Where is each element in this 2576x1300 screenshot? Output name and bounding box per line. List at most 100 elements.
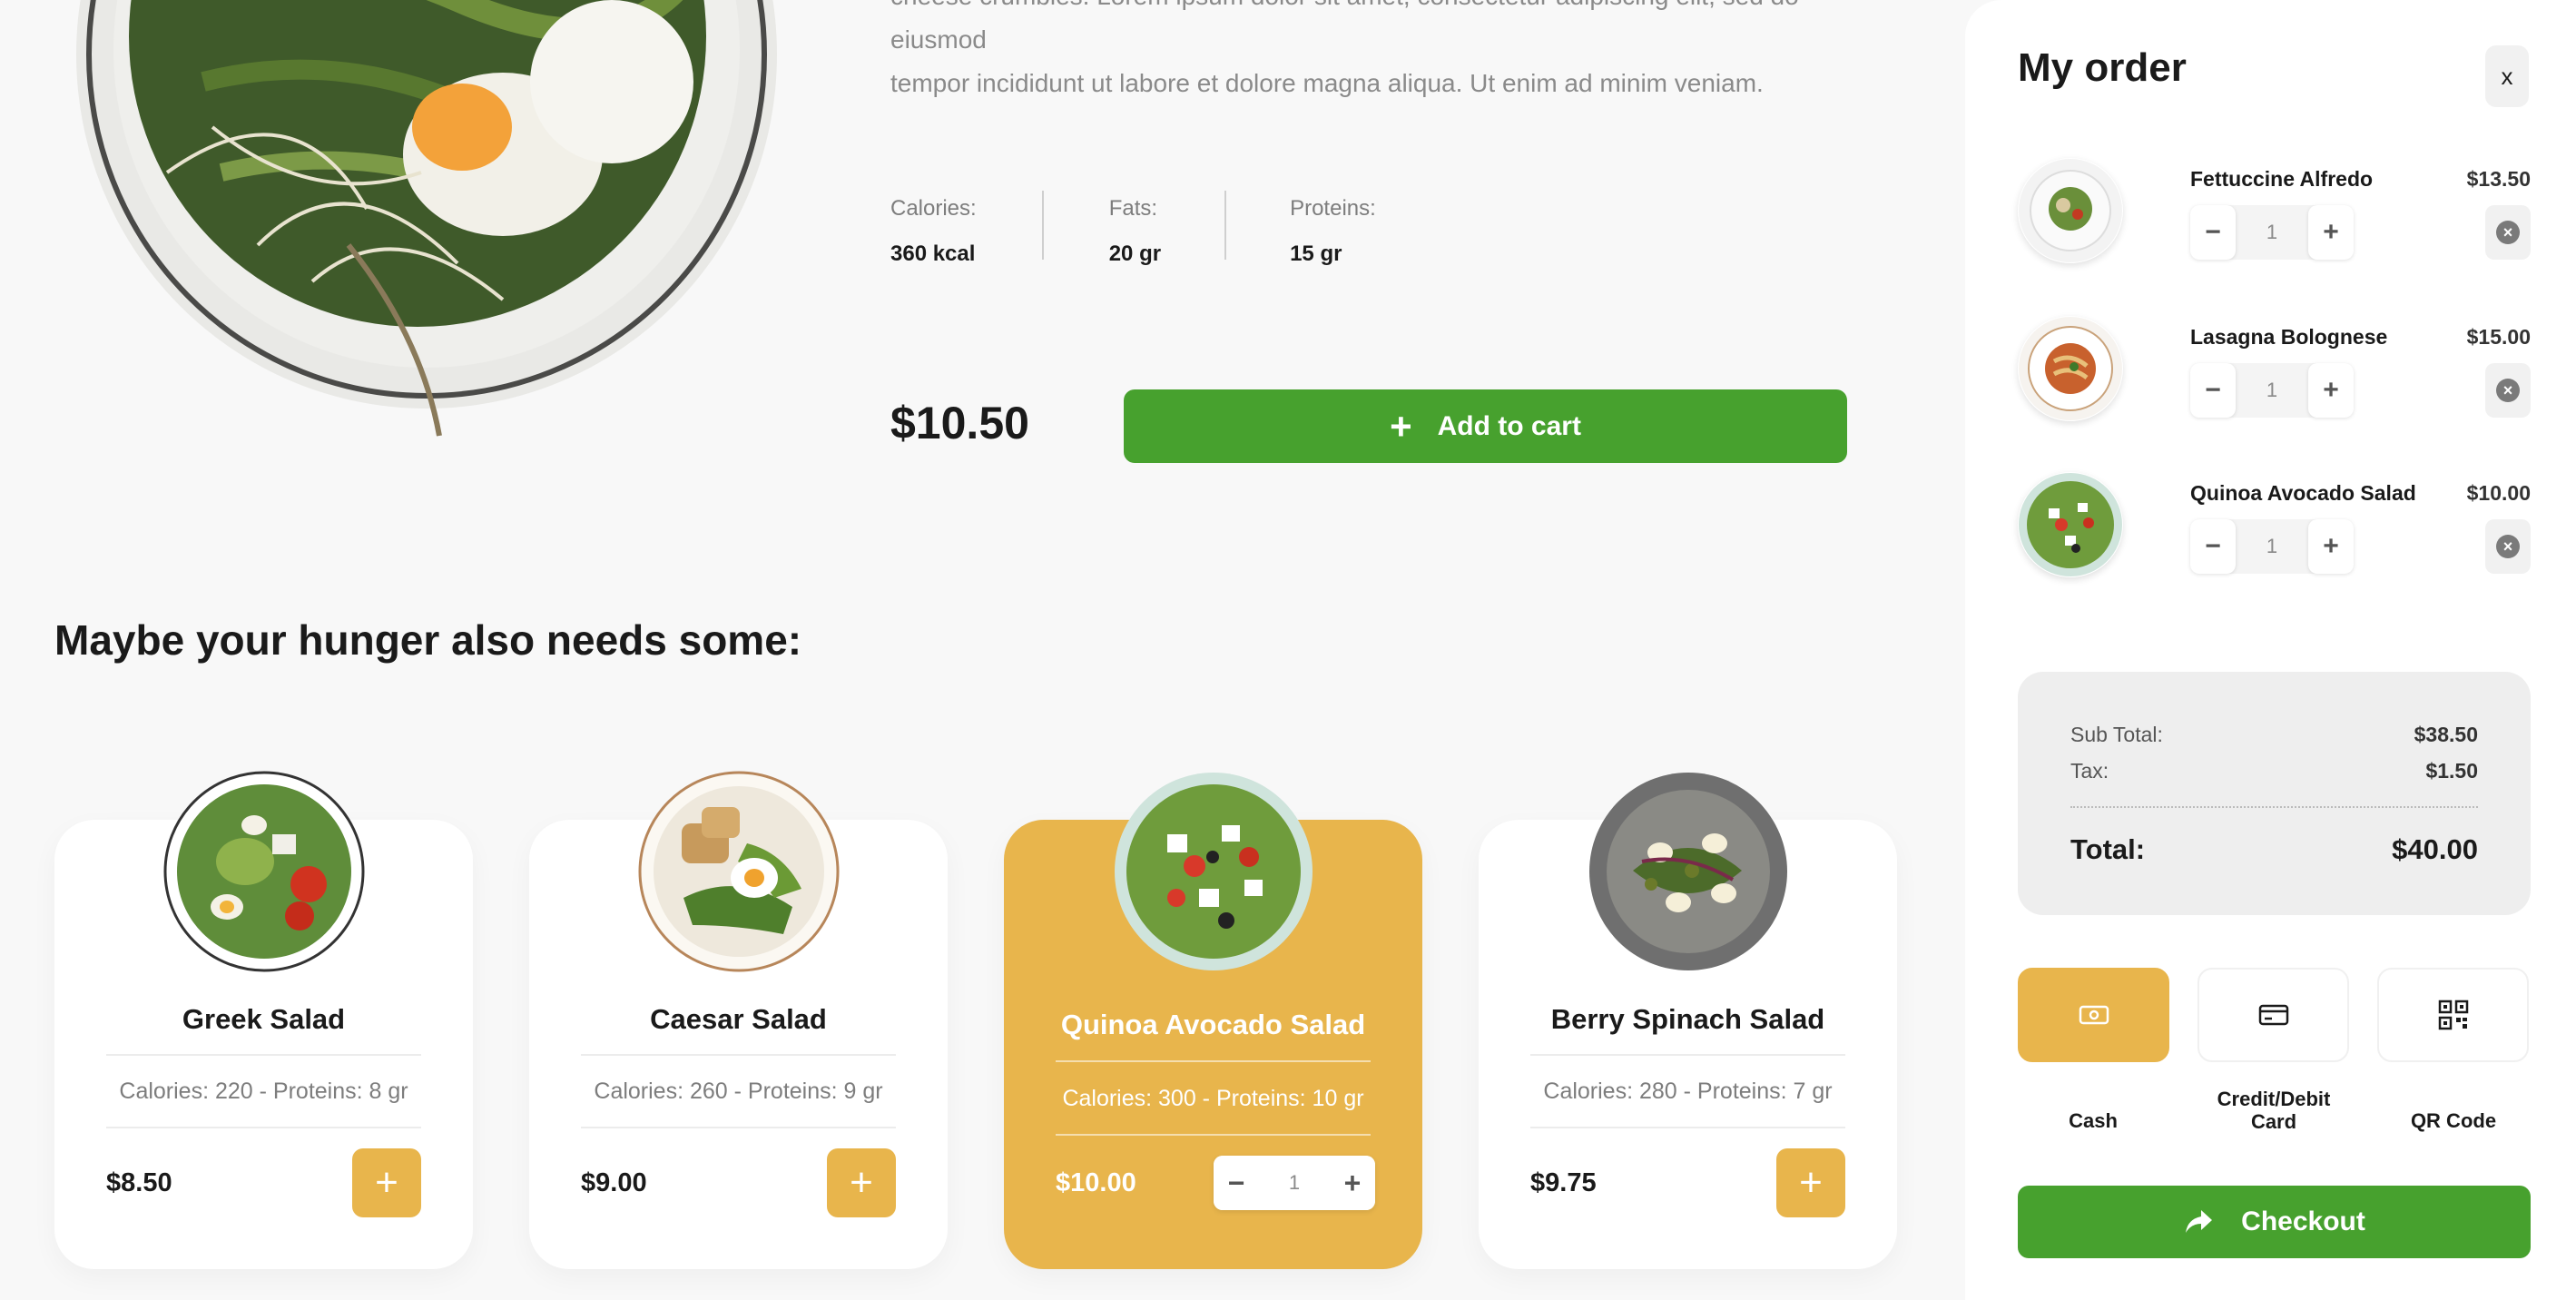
increment-button[interactable]: + (2308, 205, 2354, 260)
nutrition-label: Fats: (1108, 196, 1158, 221)
subtotal-row: Sub Total: $38.50 (2070, 723, 2478, 747)
tax-row: Tax: $1.50 (2070, 759, 2478, 783)
divider (1056, 1134, 1371, 1136)
order-panel: My order x Fettuccine Alfredo $13.50 − 1… (1965, 0, 2576, 1300)
payment-label-line: Credit/Debit (2217, 1088, 2331, 1110)
dish-price: $9.00 (581, 1168, 647, 1197)
divider (581, 1054, 896, 1056)
nutrition-fats: Fats: 20 gr (1108, 191, 1227, 266)
increment-button[interactable]: + (1330, 1156, 1375, 1210)
suggestion-card-caesar-salad[interactable]: Caesar Salad Calories: 260 - Proteins: 9… (529, 771, 948, 1269)
order-item-thumbnail (2018, 158, 2123, 263)
dish-thumbnail (638, 771, 840, 972)
suggestion-card-greek-salad[interactable]: Greek Salad Calories: 220 - Proteins: 8 … (54, 771, 473, 1269)
cash-icon (2079, 1005, 2109, 1025)
add-to-cart-button[interactable]: + Add to cart (1124, 389, 1847, 463)
suggestion-card-berry-spinach-salad[interactable]: Berry Spinach Salad Calories: 280 - Prot… (1479, 773, 1897, 1269)
order-item-name: Lasagna Bolognese (2190, 325, 2388, 349)
order-item-price: $10.00 (2466, 481, 2531, 505)
dish-price: $8.50 (106, 1168, 172, 1197)
quantity-stepper[interactable]: − 1 + (1214, 1156, 1375, 1210)
description-line: tempor incididunt ut labore et dolore ma… (890, 69, 1764, 97)
total-row: Total: $40.00 (2070, 833, 2478, 866)
close-icon: x (2501, 62, 2513, 90)
nutrition-calories: Calories: 360 kcal (890, 191, 1044, 266)
plus-icon: + (1799, 1160, 1823, 1205)
dish-name: Berry Spinach Salad (1550, 1003, 1825, 1035)
tax-label: Tax: (2070, 759, 2109, 783)
hero-dish-image (76, 0, 777, 454)
decrement-button[interactable]: − (1214, 1156, 1259, 1210)
add-to-cart-label: Add to cart (1437, 410, 1581, 441)
payment-label: Cash (2069, 1109, 2118, 1132)
nutrition-facts: Calories: 360 kcal Fats: 20 gr Proteins:… (890, 191, 1507, 266)
checkout-label: Checkout (2241, 1206, 2365, 1236)
order-item: Quinoa Avocado Salad $10.00 − 1 + × (2018, 472, 2531, 581)
payment-cash-button[interactable] (2018, 968, 2169, 1062)
divider (106, 1127, 421, 1128)
suggestions-title: Maybe your hunger also needs some: (54, 616, 802, 664)
nutrition-label: Calories: (890, 196, 977, 221)
decrement-button[interactable]: − (2190, 363, 2236, 418)
dish-price: $9.75 (1530, 1168, 1597, 1197)
tax-value: $1.50 (2425, 759, 2478, 783)
order-item-thumbnail (2018, 316, 2123, 421)
credit-card-icon (2258, 1004, 2288, 1026)
increment-button[interactable]: + (2308, 519, 2354, 574)
checkout-button[interactable]: Checkout (2018, 1186, 2531, 1258)
remove-icon: × (2496, 221, 2520, 244)
order-title: My order (2018, 45, 2187, 90)
decrement-button[interactable]: − (2190, 519, 2236, 574)
quantity-stepper[interactable]: − 1 + (2190, 205, 2354, 260)
dish-nutrition: Calories: 300 - Proteins: 10 gr (1062, 1086, 1364, 1111)
quantity-value: 1 (2266, 535, 2278, 557)
order-summary: Sub Total: $38.50 Tax: $1.50 Total: $40.… (2018, 672, 2531, 915)
remove-item-button[interactable]: × (2485, 519, 2531, 574)
close-button[interactable]: x (2485, 45, 2529, 107)
order-item-name: Fettuccine Alfredo (2190, 167, 2374, 191)
product-price: $10.50 (890, 398, 1029, 448)
add-item-button[interactable]: + (1776, 1148, 1845, 1217)
remove-item-button[interactable]: × (2485, 205, 2531, 260)
nutrition-proteins: Proteins: 15 gr (1290, 191, 1441, 266)
dish-thumbnail (1588, 771, 1789, 972)
order-item-price: $13.50 (2466, 167, 2531, 191)
plus-icon: + (1390, 404, 1412, 448)
share-arrow-icon (2186, 1210, 2213, 1233)
dish-name: Greek Salad (182, 1003, 346, 1035)
payment-card-button[interactable] (2197, 968, 2349, 1062)
quantity-stepper[interactable]: − 1 + (2190, 519, 2354, 574)
subtotal-value: $38.50 (2414, 723, 2478, 746)
add-item-button[interactable]: + (352, 1148, 421, 1217)
add-item-button[interactable]: + (827, 1148, 896, 1217)
suggestion-card-quinoa-avocado-salad[interactable]: Quinoa Avocado Salad Calories: 300 - Pro… (1004, 773, 1422, 1269)
divider (1530, 1054, 1845, 1056)
payment-label-line: Card (2250, 1110, 2297, 1133)
remove-item-button[interactable]: × (2485, 363, 2531, 418)
dish-thumbnail (163, 771, 365, 972)
increment-button[interactable]: + (2308, 363, 2354, 418)
plus-icon: + (850, 1160, 873, 1205)
subtotal-label: Sub Total: (2070, 723, 2163, 746)
payment-label: Credit/Debit Card (2183, 1088, 2365, 1133)
order-item: Lasagna Bolognese $15.00 − 1 + × (2018, 316, 2531, 425)
total-label: Total: (2070, 833, 2146, 865)
order-item-thumbnail (2018, 472, 2123, 577)
order-item: Fettuccine Alfredo $13.50 − 1 + × (2018, 158, 2531, 267)
divider (581, 1127, 896, 1128)
decrement-button[interactable]: − (2190, 205, 2236, 260)
dish-name: Caesar Salad (650, 1003, 827, 1035)
remove-icon: × (2496, 535, 2520, 558)
dish-thumbnail (1113, 771, 1314, 972)
payment-qr-button[interactable] (2377, 968, 2529, 1062)
nutrition-value: 360 kcal (890, 241, 976, 266)
order-item-price: $15.00 (2466, 325, 2531, 349)
divider (106, 1054, 421, 1056)
total-value: $40.00 (2392, 833, 2478, 865)
divider (1530, 1127, 1845, 1128)
dish-nutrition: Calories: 260 - Proteins: 9 gr (594, 1078, 883, 1104)
dish-name: Quinoa Avocado Salad (1060, 1009, 1366, 1040)
order-item-name: Quinoa Avocado Salad (2190, 481, 2416, 505)
summary-divider (2070, 806, 2478, 808)
quantity-stepper[interactable]: − 1 + (2190, 363, 2354, 418)
